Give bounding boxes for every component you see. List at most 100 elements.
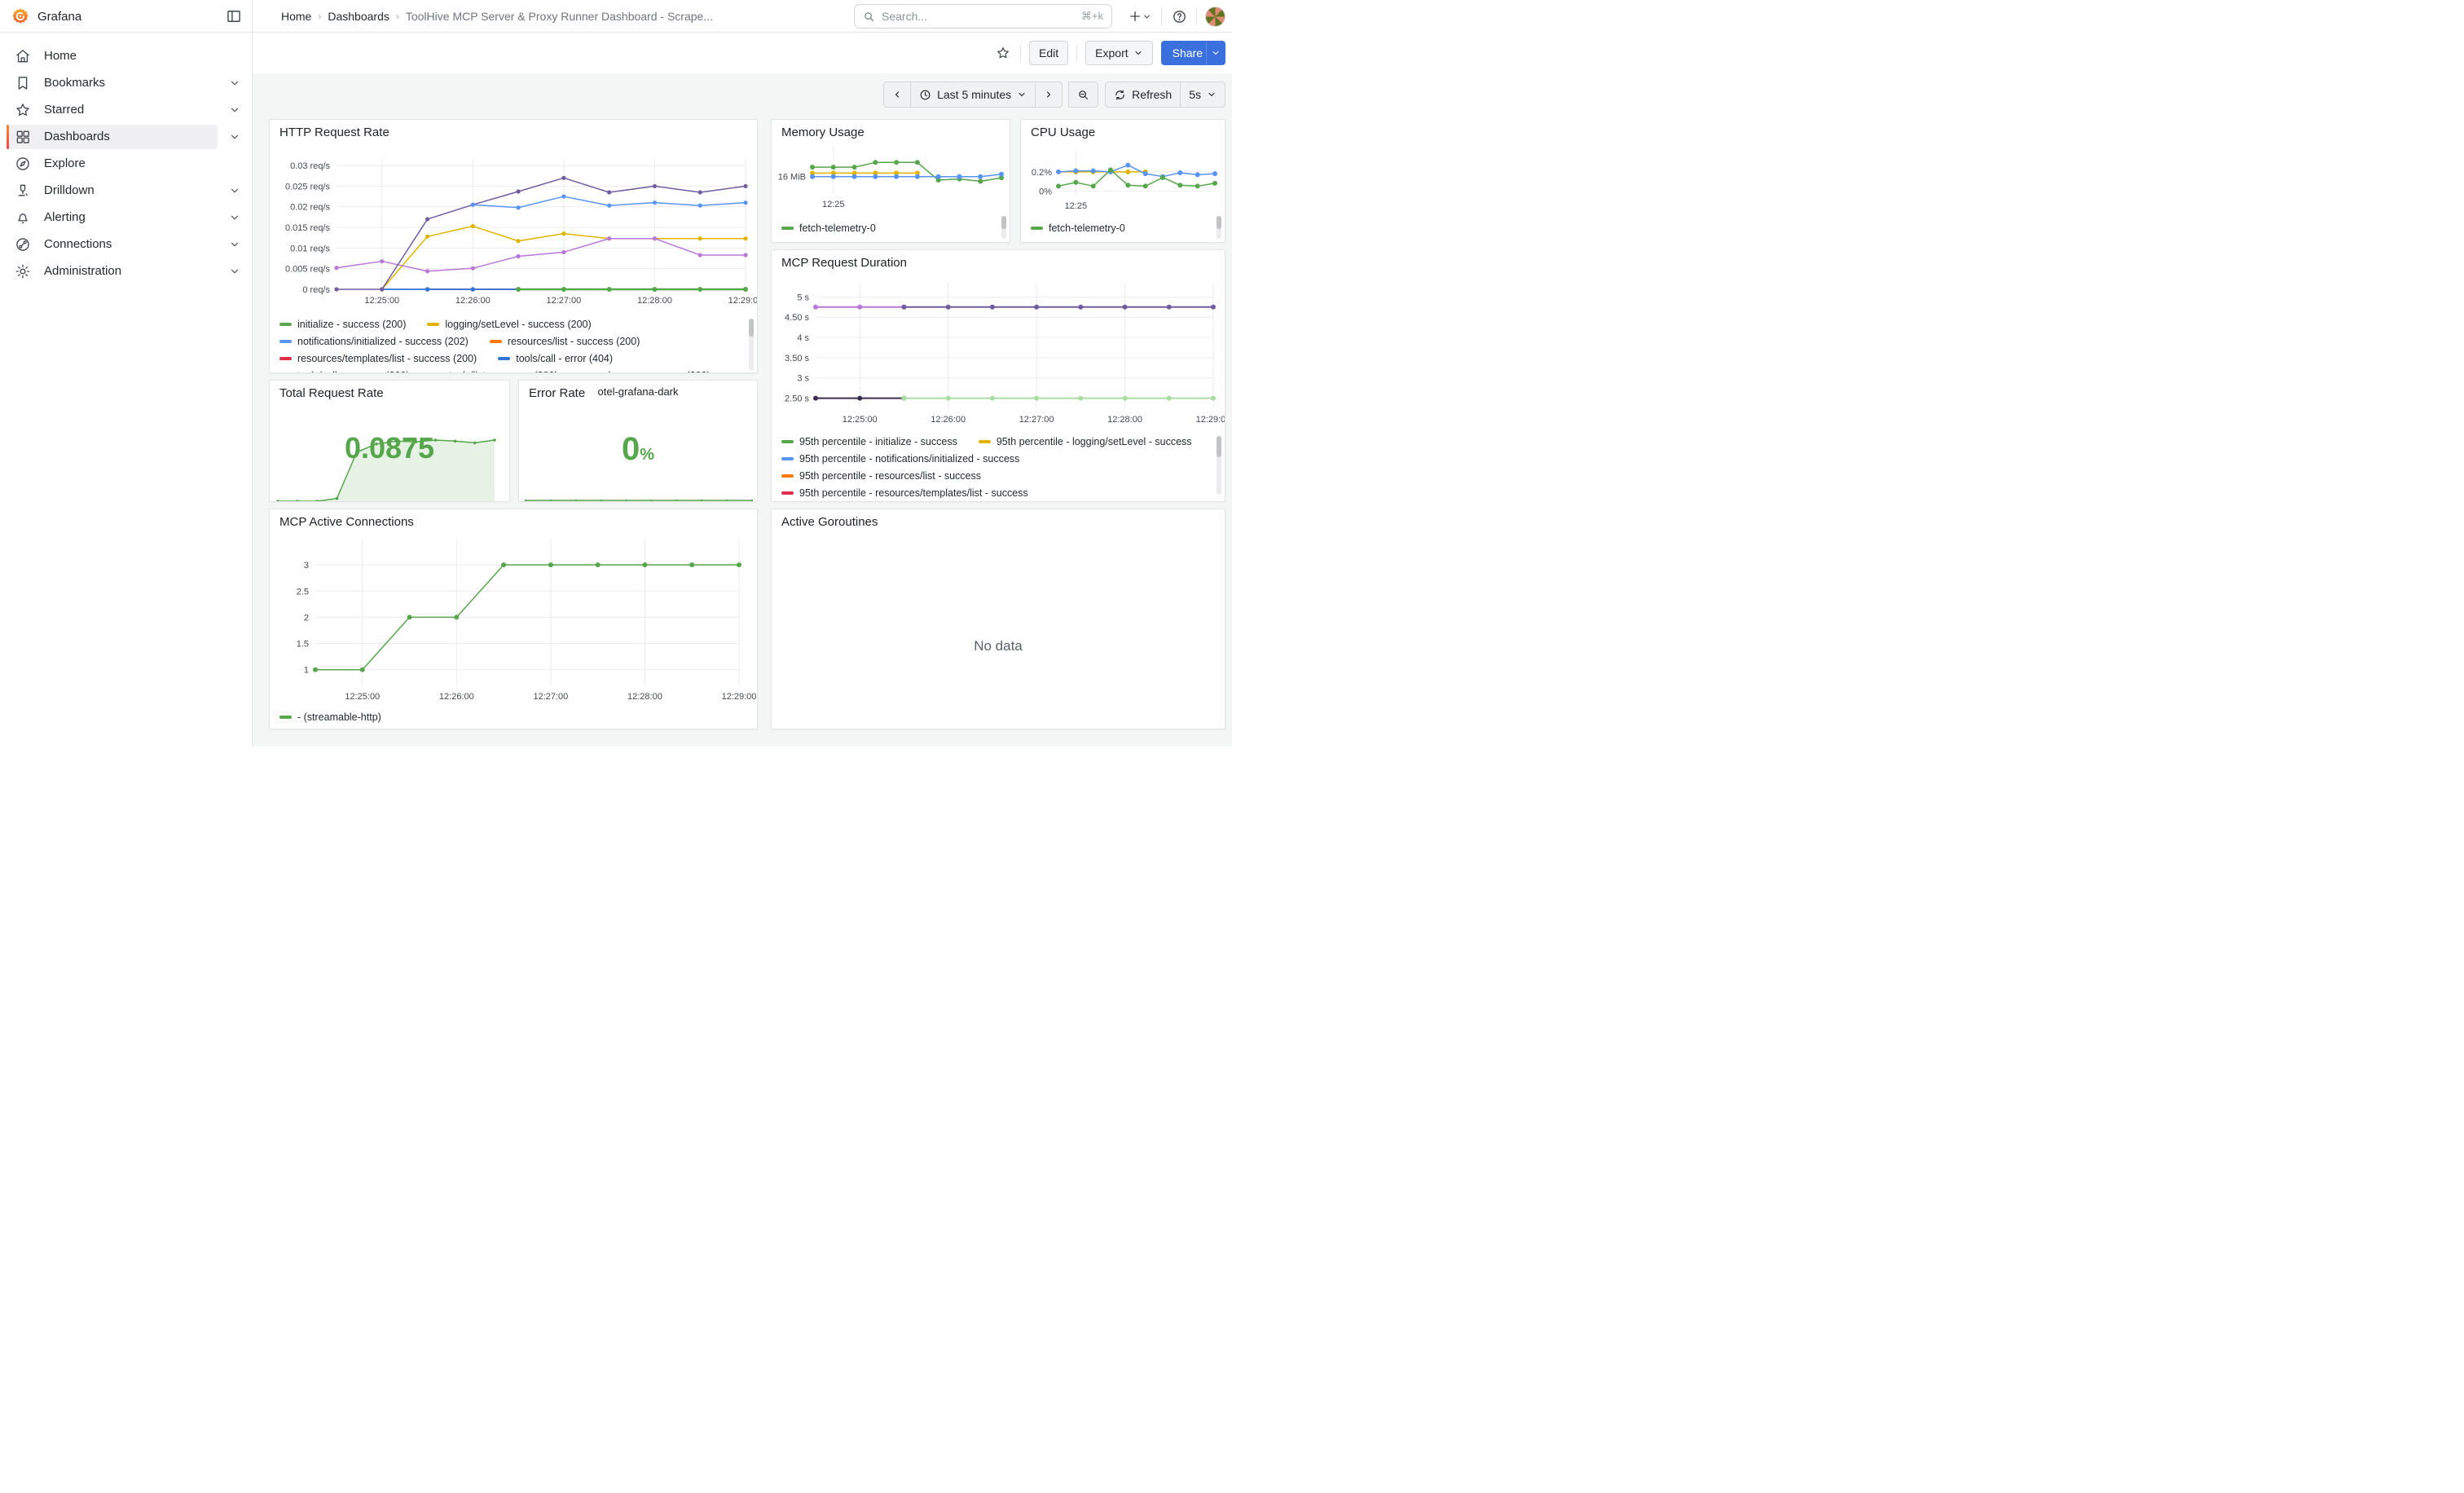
legend-item[interactable]: notifications/initialized - success (202… <box>279 336 469 347</box>
breadcrumb: Home › Dashboards › ToolHive MCP Server … <box>281 0 713 33</box>
chevron-down-icon[interactable] <box>218 125 252 149</box>
svg-text:2: 2 <box>304 613 309 623</box>
help-icon[interactable] <box>1170 7 1188 25</box>
sidebar-item-label: Starred <box>44 103 84 117</box>
chevron-down-icon[interactable] <box>218 232 252 257</box>
dashboard-toolbar: Edit Export Share <box>253 33 1232 73</box>
legend-row: initialize - success (200) logging/setLev… <box>279 319 746 330</box>
legend-item[interactable]: initialize - success (200) <box>279 319 406 330</box>
legend-scrollbar-thumb[interactable] <box>1217 216 1221 229</box>
grafana-app: Home Bookmarks Starred Dashboards <box>0 0 1232 746</box>
stat-value: 0% <box>519 431 757 468</box>
breadcrumb-dashboards[interactable]: Dashboards <box>328 10 389 23</box>
legend-row: - (streamable-http) <box>279 711 746 723</box>
svg-text:2.5: 2.5 <box>297 587 309 597</box>
cpu-legend: fetch-telemetry-0 <box>1031 222 1213 242</box>
chevron-down-icon[interactable] <box>218 98 252 122</box>
share-caret-button[interactable] <box>1206 41 1225 65</box>
legend-item[interactable]: tools/call - error (404) <box>498 353 613 364</box>
panel-http-request-rate: HTTP Request Rate 12:25:0012:26:0012:27:… <box>269 119 758 373</box>
legend-item[interactable]: 95th percentile - initialize - success <box>781 436 957 447</box>
avatar[interactable] <box>1205 7 1225 27</box>
svg-text:3: 3 <box>304 561 309 570</box>
legend-item[interactable]: tools/call - success (200) <box>279 370 410 373</box>
legend-scrollbar-thumb[interactable] <box>749 319 754 337</box>
zoom-out-button[interactable] <box>1068 81 1098 108</box>
legend-swatch <box>279 323 292 326</box>
svg-text:16 MiB: 16 MiB <box>778 173 806 183</box>
divider <box>1196 8 1197 24</box>
sidebar-item-alerting[interactable]: Alerting <box>7 205 218 230</box>
search-input[interactable]: Search... ⌘+k <box>854 4 1112 29</box>
svg-text:1: 1 <box>304 666 309 676</box>
legend-item[interactable]: 95th percentile - notifications/initiali… <box>781 453 1019 465</box>
sidebar-item-dashboards[interactable]: Dashboards <box>7 125 218 149</box>
svg-text:12:25:00: 12:25:00 <box>843 415 878 425</box>
http-legend: initialize - success (200) logging/setLev… <box>279 319 746 373</box>
sidebar: Home Bookmarks Starred Dashboards <box>0 33 253 746</box>
dashboard-canvas: Last 5 minutes Refresh 5s HTTP Request R <box>253 73 1232 746</box>
divider <box>1076 45 1077 61</box>
sidebar-item-starred[interactable]: Starred <box>7 98 218 122</box>
mcp-active-connections-chart: 12:25:0012:26:0012:27:0012:28:0012:29:00… <box>270 531 758 717</box>
divider <box>1161 8 1162 24</box>
legend-item[interactable]: 95th percentile - resources/templates/li… <box>781 487 1028 498</box>
legend-item[interactable]: 95th percentile - resources/list - succe… <box>781 470 981 482</box>
legend-row: notifications/initialized - success (202… <box>279 336 746 347</box>
spacer <box>218 152 252 176</box>
panel-title: CPU Usage <box>1021 120 1225 139</box>
connections-icon <box>15 236 31 253</box>
sidebar-item-administration[interactable]: Administration <box>7 259 218 284</box>
chevron-down-icon <box>1207 90 1217 99</box>
share-group: Share <box>1161 41 1225 65</box>
sidebar-item-connections[interactable]: Connections <box>7 232 218 257</box>
clock-icon <box>919 89 931 101</box>
refresh-button[interactable]: Refresh <box>1105 81 1181 108</box>
bookmark-icon <box>15 75 31 91</box>
series-hover-label: otel-grafana-dark <box>519 385 757 398</box>
time-range-picker[interactable]: Last 5 minutes <box>910 81 1036 108</box>
sidebar-row-dashboards: Dashboards <box>0 123 252 150</box>
legend-item[interactable]: fetch-telemetry-0 <box>1031 222 1125 234</box>
svg-text:12:29:00: 12:29:00 <box>1196 415 1225 425</box>
chevron-down-icon[interactable] <box>218 259 252 284</box>
sidebar-item-home[interactable]: Home <box>7 44 218 68</box>
legend-item[interactable]: resources/list - success (200) <box>490 336 640 347</box>
chevron-down-icon[interactable] <box>218 205 252 230</box>
star-icon <box>15 102 31 118</box>
legend-item[interactable]: fetch-telemetry-0 <box>781 222 876 234</box>
export-button[interactable]: Export <box>1085 41 1152 65</box>
http-plot: 12:25:0012:26:0012:27:0012:28:0012:29:00… <box>270 141 758 314</box>
chevron-down-icon[interactable] <box>218 178 252 203</box>
refresh-interval-picker[interactable]: 5s <box>1180 81 1225 108</box>
time-shift-forward-button[interactable] <box>1035 81 1063 108</box>
time-shift-back-button[interactable] <box>883 81 911 108</box>
panel-memory-usage: Memory Usage 12:2516 MiB fetch-telemetry… <box>771 119 1010 243</box>
favorite-star-icon[interactable] <box>994 44 1012 62</box>
legend-scrollbar-thumb[interactable] <box>1001 216 1006 229</box>
legend-item[interactable]: unknown - success (200) <box>579 370 711 373</box>
panel-title: Memory Usage <box>772 120 1010 139</box>
sidebar-item-bookmarks[interactable]: Bookmarks <box>7 71 218 95</box>
sidebar-item-drilldown[interactable]: Drilldown <box>7 178 218 203</box>
edit-button[interactable]: Edit <box>1029 41 1068 65</box>
sidebar-item-explore[interactable]: Explore <box>7 152 218 176</box>
legend-swatch <box>279 340 292 343</box>
panel-mcp-active-connections: MCP Active Connections 12:25:0012:26:001… <box>269 509 758 729</box>
legend-item[interactable]: resources/templates/list - success (200) <box>279 353 477 364</box>
collapse-sidebar-icon[interactable] <box>226 8 242 24</box>
legend-item[interactable]: logging/setLevel - success (200) <box>427 319 591 330</box>
sidebar-row-home: Home <box>0 42 252 69</box>
breadcrumb-home[interactable]: Home <box>281 10 311 23</box>
legend-item[interactable]: tools/list - success (200) <box>431 370 558 373</box>
legend-item[interactable]: 95th percentile - logging/setLevel - suc… <box>979 436 1192 447</box>
svg-text:0.01 req/s: 0.01 req/s <box>290 244 330 253</box>
sidebar-item-label: Administration <box>44 264 121 278</box>
legend-scrollbar-thumb[interactable] <box>1217 436 1221 457</box>
grafana-logo[interactable] <box>11 7 29 25</box>
add-button[interactable] <box>1125 7 1153 25</box>
panel-title: Active Goroutines <box>772 509 1225 529</box>
legend-item[interactable]: - (streamable-http) <box>279 711 381 723</box>
dashboards-icon <box>15 129 31 145</box>
chevron-down-icon[interactable] <box>218 71 252 95</box>
